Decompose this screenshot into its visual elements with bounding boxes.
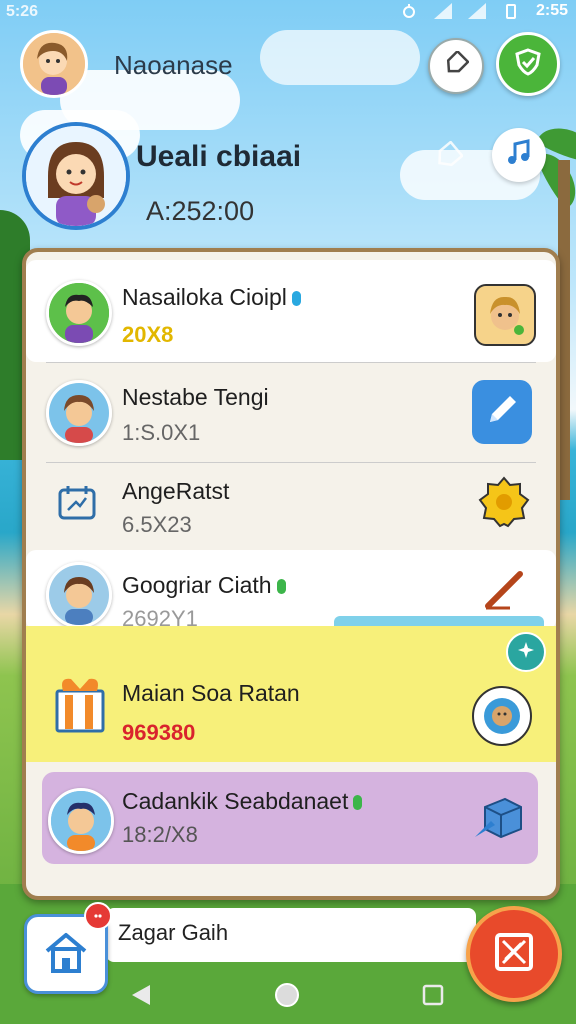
status-icons: 2:55 — [400, 2, 568, 20]
music-note-icon — [504, 138, 534, 173]
contact-amount: 6.5X23 — [122, 512, 192, 537]
signal-icon — [467, 2, 486, 20]
avatar — [46, 562, 112, 628]
contact-name: Cadankik Seabdanaet — [122, 788, 349, 814]
divider — [46, 362, 536, 363]
list-item[interactable]: Googriar Ciath 2692Y1 — [26, 550, 556, 631]
status-right-text: 2:55 — [535, 2, 568, 19]
music-button[interactable] — [492, 128, 546, 182]
back-icon — [130, 983, 152, 1012]
back-button[interactable] — [126, 982, 156, 1012]
list-item-highlighted[interactable]: Maian Soa Ratan 969380 — [26, 626, 556, 762]
shield-check-icon — [513, 47, 543, 82]
pin-icon — [516, 640, 536, 665]
star-badge-icon[interactable] — [476, 474, 532, 530]
character-icon[interactable] — [474, 284, 536, 346]
pen-icon — [482, 390, 522, 435]
battery-icon — [502, 2, 520, 20]
status-dot — [276, 579, 286, 595]
contact-amount: 1:S.0X1 — [122, 420, 201, 445]
contact-name: Nestabe Tengi — [122, 384, 269, 410]
status-time: 5:26 — [6, 3, 39, 20]
pin-button[interactable] — [506, 632, 546, 672]
calendar-icon — [52, 478, 102, 528]
app-title: Naoanase — [114, 50, 233, 80]
status-dot — [353, 795, 363, 811]
system-nav-bar — [0, 970, 576, 1024]
contact-name: Googriar Ciath — [122, 572, 272, 598]
divider — [46, 462, 536, 463]
user-avatar[interactable] — [20, 30, 88, 98]
contact-name: Maian Soa Ratan — [122, 680, 300, 706]
list-item-highlighted[interactable]: Cadankik Seabdanaet 18:2/X8 — [42, 772, 538, 864]
profile-name: Ueali cbiaai — [136, 140, 302, 173]
avatar[interactable] — [472, 686, 532, 746]
list-item[interactable]: Nasailoka Cioipl 20X8 — [26, 260, 556, 362]
contact-name: Nasailoka Cioipl — [122, 284, 287, 310]
avatar — [46, 380, 112, 446]
status-bar: 5:26 2:55 — [0, 0, 576, 26]
edit-button[interactable] — [472, 380, 532, 444]
circle-icon — [273, 981, 301, 1014]
tag-icon[interactable] — [430, 138, 466, 174]
cube-icon[interactable] — [470, 790, 526, 846]
tag-icon — [443, 49, 470, 82]
contact-amount: 20X8 — [122, 322, 174, 347]
tag-button[interactable] — [428, 38, 484, 94]
gift-icon — [52, 672, 108, 736]
home-nav-button[interactable] — [272, 982, 302, 1012]
contact-amount: 18:2/X8 — [122, 822, 198, 847]
contact-amount: 969380 — [122, 720, 196, 745]
recents-button[interactable] — [418, 982, 448, 1012]
avatar — [48, 788, 114, 854]
paintbrush-icon[interactable] — [478, 562, 532, 616]
contact-name: AngeRatst — [122, 478, 230, 504]
status-dot — [291, 291, 301, 307]
profile-avatar[interactable] — [22, 122, 130, 230]
shield-button[interactable] — [496, 32, 560, 96]
contacts-card: Nasailoka Cioipl 20X8 Nestabe Tengi 1:S.… — [22, 248, 560, 900]
list-item[interactable]: AngeRatst 6.5X23 — [26, 464, 556, 550]
square-icon — [421, 983, 445, 1012]
avatar — [46, 280, 112, 346]
bottom-label: Zagar Gaih — [118, 920, 229, 945]
cloud — [260, 30, 420, 85]
list-item[interactable]: Nestabe Tengi 1:S.0X1 — [26, 364, 556, 460]
profile-amount: A:252:00 — [146, 196, 255, 226]
alarm-icon — [400, 2, 418, 20]
signal-icon — [433, 2, 452, 20]
notification-badge — [84, 902, 112, 930]
